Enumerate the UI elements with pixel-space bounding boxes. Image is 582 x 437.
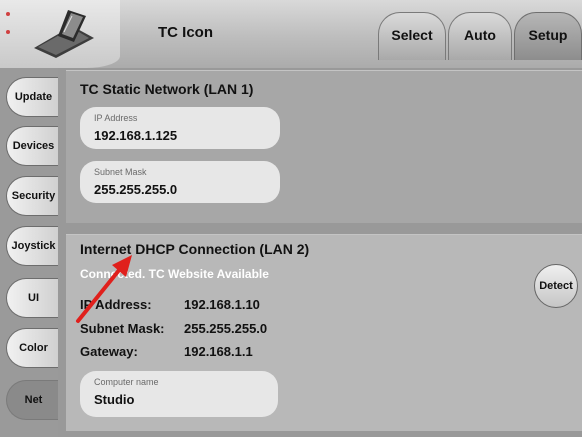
lan1-subnet-label: Subnet Mask: [94, 167, 147, 177]
header-bar: TC Icon Select Auto Setup: [0, 0, 582, 68]
sidebar-item-update[interactable]: Update: [6, 77, 60, 117]
app-window: TC Icon Select Auto Setup Update Devices…: [0, 0, 582, 437]
sidebar-item-color[interactable]: Color: [6, 328, 60, 368]
computer-name-field[interactable]: Computer name Studio: [80, 371, 278, 417]
status-dots: [6, 12, 10, 48]
lan1-ip-field[interactable]: IP Address 192.168.1.125: [80, 107, 280, 149]
sidebar-item-ui[interactable]: UI: [6, 278, 60, 318]
app-title: TC Icon: [158, 24, 213, 41]
touch-panel-device-icon: [34, 10, 94, 58]
lan2-panel: Internet DHCP Connection (LAN 2) Connect…: [66, 234, 582, 431]
tab-select[interactable]: Select: [378, 12, 446, 60]
sidebar-item-net[interactable]: Net: [6, 380, 60, 420]
lan1-subnet-field[interactable]: Subnet Mask 255.255.255.0: [80, 161, 280, 203]
sidebar-item-joystick[interactable]: Joystick: [6, 226, 60, 266]
detect-button[interactable]: Detect: [534, 264, 578, 308]
computer-name-label: Computer name: [94, 377, 159, 387]
lan2-gateway-label: Gateway:: [80, 344, 138, 359]
lan1-ip-value: 192.168.1.125: [94, 128, 178, 143]
lan1-panel: TC Static Network (LAN 1) IP Address 192…: [66, 70, 582, 223]
lan1-title: TC Static Network (LAN 1): [80, 81, 254, 97]
lan1-subnet-value: 255.255.255.0: [94, 182, 178, 197]
annotation-arrow: [76, 255, 132, 323]
lan2-ip-value: 192.168.1.10: [184, 297, 260, 312]
main-content: TC Static Network (LAN 1) IP Address 192…: [58, 68, 582, 437]
tab-setup[interactable]: Setup: [514, 12, 582, 60]
sidebar-item-security[interactable]: Security: [6, 176, 60, 216]
logo-area: [0, 0, 120, 68]
sidebar-item-devices[interactable]: Devices: [6, 126, 60, 166]
sidebar: Update Devices Security Joystick UI Colo…: [0, 68, 60, 437]
tab-auto[interactable]: Auto: [448, 12, 512, 60]
lan1-ip-label: IP Address: [94, 113, 138, 123]
computer-name-value: Studio: [94, 392, 135, 407]
lan2-subnet-value: 255.255.255.0: [184, 321, 268, 336]
lan2-gateway-value: 192.168.1.1: [184, 344, 253, 359]
